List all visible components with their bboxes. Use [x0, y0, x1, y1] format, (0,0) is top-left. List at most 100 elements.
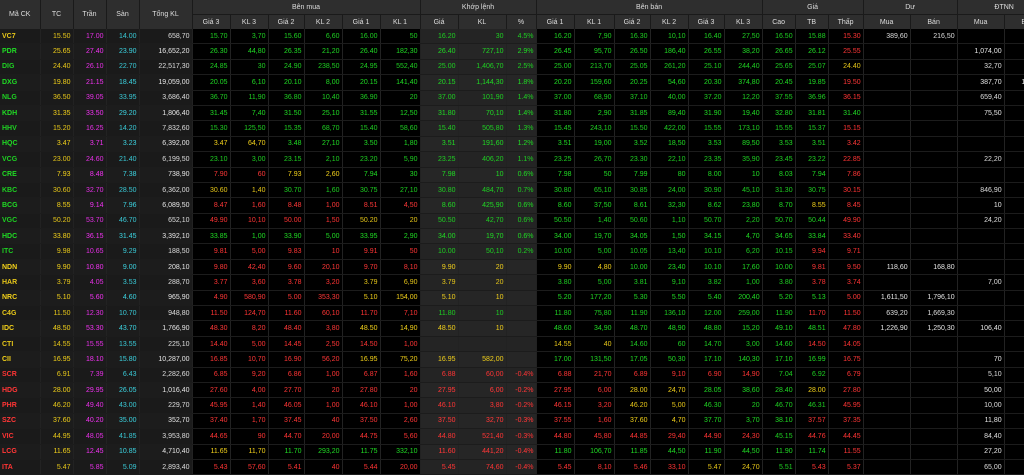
stock-symbol[interactable]: DXG: [0, 74, 41, 91]
table-row[interactable]: SZC 37.60 40.20 35.00 352,70 37.40 1,70 37.45 40…: [0, 413, 1024, 430]
ceil-price: 16.25: [73, 120, 107, 137]
table-row[interactable]: HHV 15.20 16.25 14.20 7,832,60 15.30 125,50 15.…: [0, 120, 1024, 137]
table-row[interactable]: VCG 23.00 24.60 21.40 6,199,50 23.10 3,00 23.15…: [0, 151, 1024, 168]
table-row[interactable]: CRE 7.93 8.48 7.38 738,90 7.90 60 7.93 2,60 7.94 3…: [0, 167, 1024, 183]
table-row[interactable]: SCR 6.91 7.39 6.43 2,282,60 6.85 9,20 6.86 1,00 6…: [0, 367, 1024, 383]
stock-symbol[interactable]: DIG: [0, 59, 41, 76]
stock-symbol[interactable]: KBC: [0, 182, 41, 199]
table-row[interactable]: VGC 50.20 53.70 46.70 652,10 49.90 10,10 50.00 1…: [0, 213, 1024, 230]
subheader-9[interactable]: Giá 1: [536, 14, 575, 29]
stock-symbol[interactable]: IDC: [0, 320, 41, 337]
subheader-4[interactable]: Giá 1: [342, 14, 381, 29]
cell-gi-1: 30.80: [536, 182, 575, 199]
table-row[interactable]: BCG 8.55 9.14 7.96 6,089,50 8.47 1,60 8.48 1,00 8…: [0, 197, 1024, 214]
stock-symbol[interactable]: SZC: [0, 413, 41, 430]
subheader-6[interactable]: Giá: [420, 14, 459, 29]
table-row[interactable]: KBC 30.60 32.70 28.50 6,362,00 30.60 1,40 30.70…: [0, 182, 1024, 199]
subheader-15[interactable]: Cao: [762, 14, 796, 29]
stock-symbol[interactable]: ITA: [0, 459, 41, 475]
cell-gi-1: 34.00: [536, 228, 575, 245]
cell-gi-3: 37.20: [688, 90, 725, 106]
cell-gi-1: 17.00: [536, 351, 575, 368]
table-row[interactable]: NLG 36.50 39.05 33.95 3,686,40 36.70 11,90 36.8…: [0, 90, 1024, 106]
cell-kl-3: 3,00: [724, 336, 763, 353]
subheader-5[interactable]: KL 1: [380, 14, 421, 29]
table-row[interactable]: PHR 46.20 49.40 43.00 229,70 45.95 1,40 46.05 1,…: [0, 397, 1024, 414]
stock-symbol[interactable]: HHV: [0, 120, 41, 137]
table-row[interactable]: NDN 9.90 10.80 9.00 208,10 9.80 42,40 9.60 20,10…: [0, 259, 1024, 276]
cell-kl-3: 3,00: [230, 151, 269, 168]
header-ceil[interactable]: Trần: [73, 0, 107, 29]
subheader-7[interactable]: KL: [458, 14, 507, 29]
stock-symbol[interactable]: HDC: [0, 228, 41, 245]
stock-symbol[interactable]: LCG: [0, 444, 41, 460]
subheader-3[interactable]: KL 2: [304, 14, 343, 29]
header-ref[interactable]: TC: [40, 0, 74, 29]
subheader-2[interactable]: Giá 2: [268, 14, 305, 29]
subheader-16[interactable]: TB: [795, 14, 829, 29]
cell-cao: 20.45: [762, 74, 796, 91]
table-row[interactable]: ITC 9.98 10.65 9.29 188,50 9.81 5,00 9.83 10 9.91…: [0, 243, 1024, 260]
table-row[interactable]: C4G 11.50 12.30 10.70 948,80 11.50 124,70 11.60…: [0, 305, 1024, 322]
floor-price: 10.85: [106, 444, 140, 460]
table-row[interactable]: VIC 44.95 48.05 41.85 3,953,80 44.65 90 44.70 20…: [0, 428, 1024, 445]
table-row[interactable]: VC7 15.50 17.00 14.00 658,70 15.70 3,70 15.60 6,…: [0, 29, 1024, 45]
table-row[interactable]: ITA 5.47 5.85 5.09 2,893,40 5.43 57,60 5.41 40 5.…: [0, 459, 1024, 475]
table-row[interactable]: KDH 31.35 33.50 29.20 1,806,40 31.45 7,40 31.50…: [0, 105, 1024, 122]
subheader-17[interactable]: Thấp: [828, 14, 864, 29]
stock-symbol[interactable]: NDN: [0, 259, 41, 276]
stock-symbol[interactable]: CTI: [0, 336, 41, 353]
stock-symbol[interactable]: C4G: [0, 305, 41, 322]
table-row[interactable]: HDG 28.00 29.95 26.05 1,016,40 27.60 4,00 27.70…: [0, 382, 1024, 399]
subheader-0[interactable]: Giá 3: [192, 14, 231, 29]
cell-kl: 10: [458, 320, 507, 337]
header-symbol[interactable]: Mã CK: [0, 0, 41, 29]
stock-symbol[interactable]: HQC: [0, 136, 41, 153]
subheader-8[interactable]: %: [506, 14, 537, 29]
stock-symbol[interactable]: BCG: [0, 197, 41, 214]
stock-symbol[interactable]: VC7: [0, 29, 41, 45]
stock-symbol[interactable]: ITC: [0, 243, 41, 260]
stock-symbol[interactable]: VCG: [0, 151, 41, 168]
table-row[interactable]: LCG 11.65 12.45 10.85 4,710,40 11.65 11,70 11.7…: [0, 444, 1024, 460]
subheader-10[interactable]: KL 1: [574, 14, 615, 29]
table-row[interactable]: HAR 3.79 4.05 3.53 288,70 3.77 3,60 3.78 3,20 3.7…: [0, 274, 1024, 291]
table-row[interactable]: HDC 33.80 36.15 31.45 3,392,10 33.85 1,00 33.90…: [0, 228, 1024, 245]
table-row[interactable]: CTI 14.55 15.55 13.55 225,10 14.40 5,00 14.45 2,…: [0, 336, 1024, 353]
stock-symbol[interactable]: CRE: [0, 167, 41, 183]
table-row[interactable]: CII 16.95 18.10 15.80 10,287,00 16.85 10,70 16.…: [0, 351, 1024, 368]
subheader-1[interactable]: KL 3: [230, 14, 269, 29]
subheader-13[interactable]: Giá 3: [688, 14, 725, 29]
cell-b-n: 39,90: [1004, 397, 1024, 414]
stock-symbol[interactable]: VGC: [0, 213, 41, 230]
stock-symbol[interactable]: NLG: [0, 90, 41, 106]
table-row[interactable]: IDC 48.50 53.30 43.70 1,766,90 48.30 8,20 48.40…: [0, 320, 1024, 337]
subheader-19[interactable]: Bán: [910, 14, 958, 29]
stock-symbol[interactable]: HDG: [0, 382, 41, 399]
table-row[interactable]: NRC 5.10 5.60 4.60 965,90 4.90 580,90 5.00 353,3…: [0, 290, 1024, 307]
cell-kl-1: 332,10: [380, 444, 421, 460]
stock-symbol[interactable]: VIC: [0, 428, 41, 445]
table-row[interactable]: DXG 19.80 21.15 18.45 19,059,00 20.05 6,10 20.1…: [0, 74, 1024, 91]
total-volume: 1,766,90: [139, 320, 193, 337]
subheader-11[interactable]: Giá 2: [614, 14, 651, 29]
subheader-12[interactable]: KL 2: [650, 14, 689, 29]
cell-mua: [863, 167, 911, 183]
header-floor[interactable]: Sàn: [106, 0, 140, 29]
stock-symbol[interactable]: SCR: [0, 367, 41, 383]
stock-symbol[interactable]: PDR: [0, 43, 41, 60]
subheader-21[interactable]: Bán: [1004, 14, 1024, 29]
subheader-18[interactable]: Mua: [863, 14, 911, 29]
header-total-volume[interactable]: Tổng KL: [139, 0, 193, 29]
table-row[interactable]: DIG 24.40 26.10 22.70 22,517,30 24.85 30 24.90 2…: [0, 59, 1024, 76]
stock-symbol[interactable]: HAR: [0, 274, 41, 291]
stock-symbol[interactable]: NRC: [0, 290, 41, 307]
stock-symbol[interactable]: PHR: [0, 397, 41, 414]
table-row[interactable]: PDR 25.65 27.40 23.90 16,652,20 26.30 44,80 26.…: [0, 43, 1024, 60]
subheader-20[interactable]: Mua: [957, 14, 1005, 29]
table-row[interactable]: HQC 3.47 3.71 3.23 6,392,00 3.47 64,70 3.48 27,1…: [0, 136, 1024, 153]
stock-symbol[interactable]: KDH: [0, 105, 41, 122]
stock-symbol[interactable]: CII: [0, 351, 41, 368]
subheader-14[interactable]: KL 3: [724, 14, 763, 29]
cell-gi-: 6.88: [420, 367, 459, 383]
